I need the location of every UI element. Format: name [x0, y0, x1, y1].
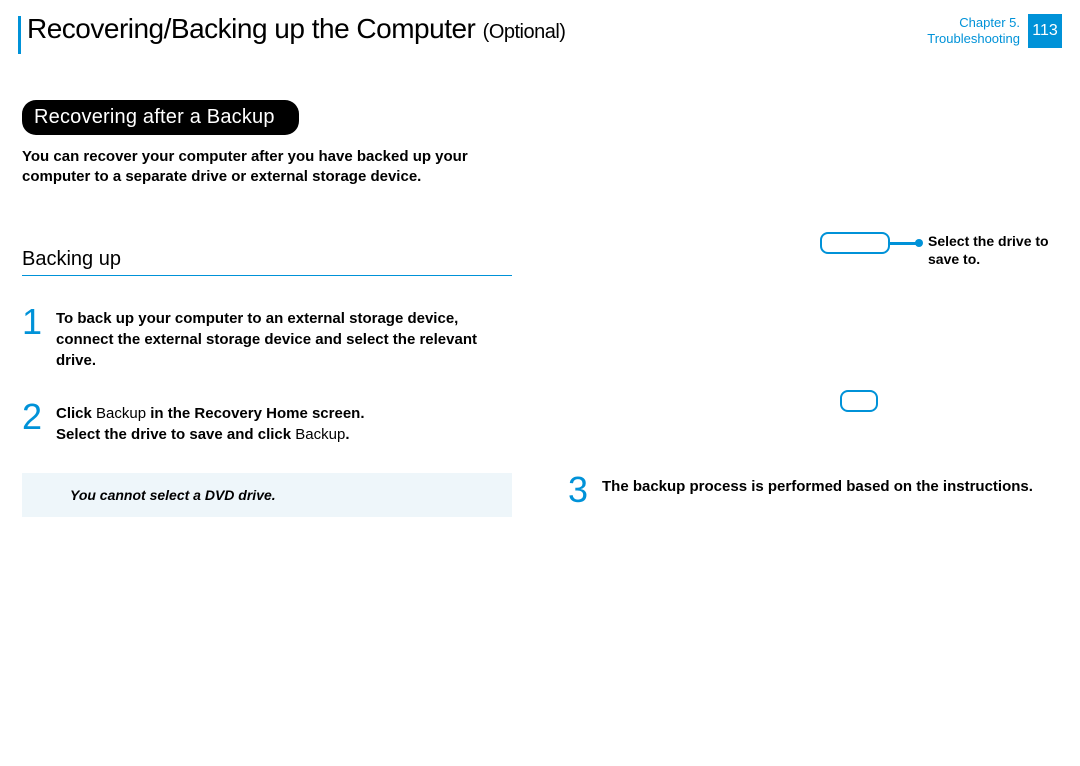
content-area: Recovering after a Backup You can recove…: [0, 62, 1080, 517]
step-2-e: Backup: [295, 426, 345, 443]
chapter-line-2: Troubleshooting: [927, 31, 1020, 47]
step-2: 2 Click Backup in the Recovery Home scre…: [22, 399, 510, 445]
step-3-number: 3: [568, 472, 602, 508]
step-2-a: Click: [56, 405, 96, 422]
title-main: Recovering/Backing up the Computer: [27, 13, 483, 44]
drive-select-callout: Select the drive to save to.: [820, 232, 1068, 268]
title-optional: (Optional): [483, 21, 566, 43]
callout-leader-line: [890, 242, 920, 245]
chapter-info: Chapter 5. Troubleshooting: [927, 15, 1020, 48]
note-text: You cannot select a DVD drive.: [70, 487, 494, 503]
step-2-b: Backup: [96, 405, 146, 422]
step-1-body: To back up your computer to an external …: [56, 304, 510, 371]
callout-label: Select the drive to save to.: [928, 232, 1068, 268]
step-1-number: 1: [22, 304, 56, 371]
sub-heading: Backing up: [22, 248, 512, 276]
drive-select-box-icon: [820, 232, 890, 254]
page-title: Recovering/Backing up the Computer (Opti…: [27, 14, 565, 45]
intro-paragraph: You can recover your computer after you …: [22, 147, 510, 188]
step-2-body: Click Backup in the Recovery Home screen…: [56, 399, 365, 445]
page-header: Recovering/Backing up the Computer (Opti…: [0, 0, 1080, 62]
left-column: Recovering after a Backup You can recove…: [22, 72, 540, 517]
backup-button-callout: [840, 390, 878, 412]
step-3: 3 The backup process is performed based …: [568, 472, 1033, 508]
page-number: 113: [1032, 22, 1058, 40]
page-number-badge: 113: [1028, 14, 1062, 48]
step-2-f: .: [345, 426, 349, 443]
header-right: Chapter 5. Troubleshooting 113: [927, 14, 1062, 48]
step-2-c: in the Recovery Home screen.: [146, 405, 364, 422]
step-2-number: 2: [22, 399, 56, 445]
right-column: Select the drive to save to. 3 The backu…: [540, 72, 1058, 517]
chapter-line-1: Chapter 5.: [927, 15, 1020, 31]
note-box: You cannot select a DVD drive.: [22, 473, 512, 517]
accent-bar: [18, 16, 21, 54]
step-3-body: The backup process is performed based on…: [602, 472, 1033, 508]
step-2-d: Select the drive to save and click: [56, 426, 295, 443]
section-heading-pill: Recovering after a Backup: [22, 100, 299, 135]
step-1: 1 To back up your computer to an externa…: [22, 304, 510, 371]
backup-button-box-icon: [840, 390, 878, 412]
